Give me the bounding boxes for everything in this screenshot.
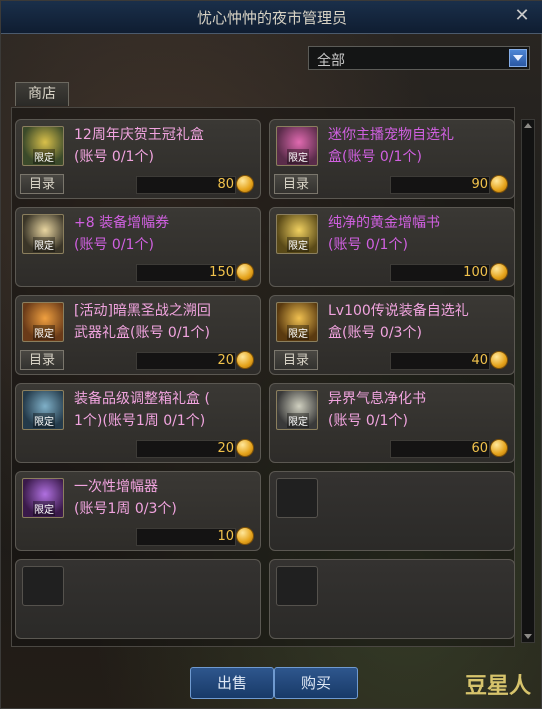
item-card[interactable]: 限定 [活动]暗黑圣战之溯回 武器礼盒(账号 0/1个) 目录 20 [15,295,261,375]
item-price: 40 [471,353,488,368]
amplifier-icon[interactable]: 限定 [22,478,64,518]
merchant-window: 忧心忡忡的夜市管理员 ✕ 全部 商店 限定 12周年庆贺王冠礼盒 (账号 0/1个)… [0,0,542,709]
item-limit: 盒(账号 0/3个) [328,325,422,341]
item-name: 迷你主播宠物自选礼 [328,127,454,143]
item-card[interactable]: 限定 装备品级调整箱礼盒 ( 1个)(账号1周 0/1个) 20 [15,383,261,463]
item-limit: (账号 0/1个) [328,237,408,253]
empty-item-slot[interactable] [269,471,515,551]
coin-icon [490,351,508,369]
item-name: 一次性增幅器 [74,479,158,495]
catalog-button[interactable]: 目录 [20,174,64,194]
item-limit: (账号 0/1个) [328,413,408,429]
item-limit: 1个)(账号1周 0/1个) [74,413,206,429]
empty-slot-icon [276,478,318,518]
item-price: 10 [217,529,234,544]
limited-badge: 限定 [33,149,55,164]
item-price: 100 [463,265,488,280]
catalog-button[interactable]: 目录 [274,350,318,370]
item-card[interactable]: 限定 一次性增幅器 (账号1周 0/3个) 10 [15,471,261,551]
coin-icon [490,175,508,193]
item-card[interactable]: 限定 Lv100传说装备自选礼 盒(账号 0/3个) 目录 40 [269,295,515,375]
coin-icon [490,263,508,281]
item-name: 装备品级调整箱礼盒 ( [74,391,210,407]
category-dropdown[interactable]: 全部 [308,46,530,70]
item-limit: 盒(账号 0/1个) [328,149,422,165]
coin-icon [236,263,254,281]
item-card[interactable]: 限定 迷你主播宠物自选礼 盒(账号 0/1个) 目录 90 [269,119,515,199]
item-price: 20 [217,353,234,368]
weapon-box-icon[interactable]: 限定 [22,302,64,342]
crown-box-icon[interactable]: 限定 [22,126,64,166]
catalog-button[interactable]: 目录 [274,174,318,194]
limited-badge: 限定 [33,501,55,516]
item-price: 90 [471,177,488,192]
limited-badge: 限定 [287,325,309,340]
limited-badge: 限定 [33,413,55,428]
tab-shop[interactable]: 商店 [15,82,69,106]
grade-box-icon[interactable]: 限定 [22,390,64,430]
item-limit: (账号 0/1个) [74,237,154,253]
item-card[interactable]: 限定 纯净的黄金增幅书 (账号 0/1个) 100 [269,207,515,287]
golden-book-icon[interactable]: 限定 [276,214,318,254]
limited-badge: 限定 [287,413,309,428]
item-price: 80 [217,177,234,192]
item-price: 20 [217,441,234,456]
item-price: 60 [471,441,488,456]
item-card[interactable]: 限定 异界气息净化书 (账号 0/1个) 60 [269,383,515,463]
empty-item-slot[interactable] [269,559,515,639]
close-icon[interactable]: ✕ [511,5,533,27]
chevron-down-icon[interactable] [509,49,527,67]
item-name: Lv100传说装备自选礼 [328,303,469,319]
item-name: 12周年庆贺王冠礼盒 [74,127,204,143]
coin-icon [236,175,254,193]
item-name: [活动]暗黑圣战之溯回 [74,303,211,319]
item-card[interactable]: 限定 +8 装备增幅券 (账号 0/1个) 150 [15,207,261,287]
item-limit: (账号1周 0/3个) [74,501,177,517]
window-title: 忧心忡忡的夜市管理员 [196,9,347,27]
item-name: 异界气息净化书 [328,391,426,407]
coin-icon [236,351,254,369]
item-card[interactable]: 限定 12周年庆贺王冠礼盒 (账号 0/1个) 目录 80 [15,119,261,199]
legend-box-icon[interactable]: 限定 [276,302,318,342]
scrollbar[interactable] [521,119,535,643]
limited-badge: 限定 [287,237,309,252]
empty-item-slot[interactable] [15,559,261,639]
limited-badge: 限定 [287,149,309,164]
catalog-button[interactable]: 目录 [20,350,64,370]
coin-icon [236,527,254,545]
category-dropdown-value: 全部 [317,53,345,69]
item-limit: 武器礼盒(账号 0/1个) [74,325,210,341]
scroll-down-icon[interactable] [522,630,534,642]
buy-button[interactable]: 购买 [274,667,358,699]
scroll-up-icon[interactable] [522,120,534,132]
coin-icon [236,439,254,457]
item-name: 纯净的黄金增幅书 [328,215,440,231]
item-limit: (账号 0/1个) [74,149,154,165]
item-price: 150 [209,265,234,280]
purify-book-icon[interactable]: 限定 [276,390,318,430]
limited-badge: 限定 [33,325,55,340]
item-name: +8 装备增幅券 [74,215,170,231]
amplify-ticket-icon[interactable]: 限定 [22,214,64,254]
limited-badge: 限定 [33,237,55,252]
title-bar[interactable]: 忧心忡忡的夜市管理员 ✕ [1,1,542,34]
empty-slot-icon [22,566,64,606]
empty-slot-icon [276,566,318,606]
watermark: 豆星人 [464,674,531,699]
sell-button[interactable]: 出售 [190,667,274,699]
pet-box-icon[interactable]: 限定 [276,126,318,166]
coin-icon [490,439,508,457]
